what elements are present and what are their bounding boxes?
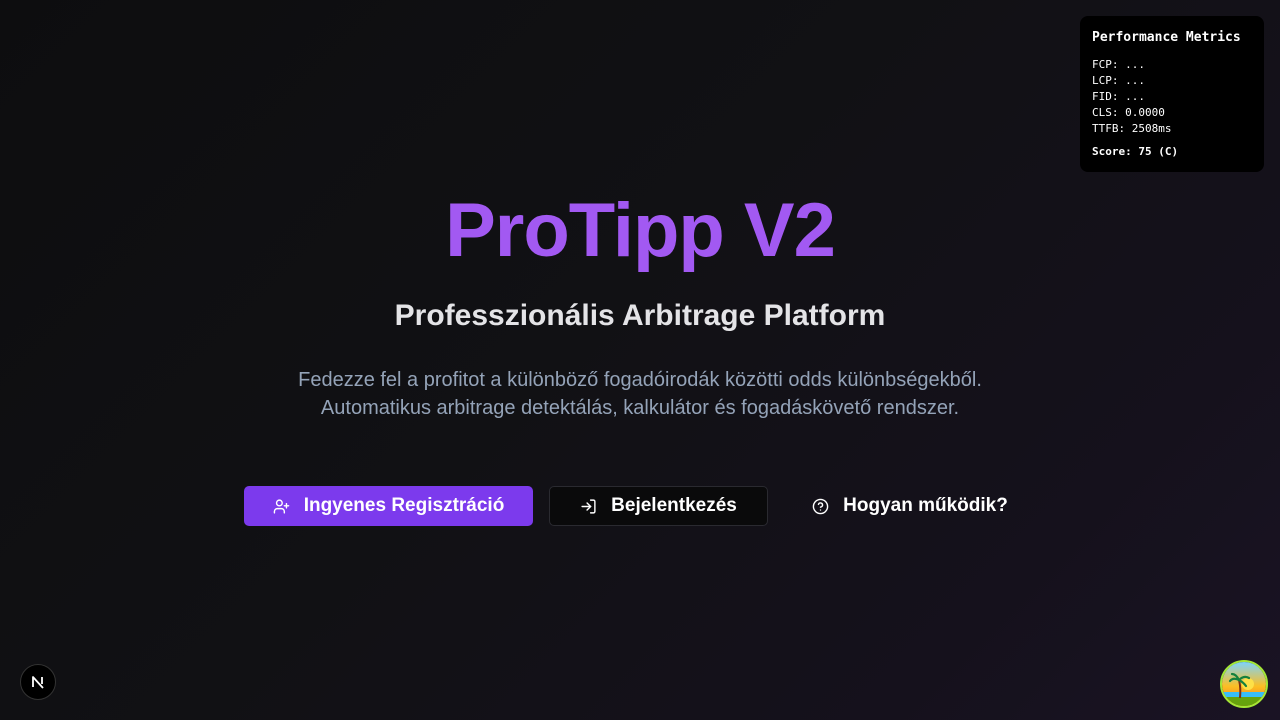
user-avatar[interactable]	[1220, 660, 1268, 708]
metric-cls: CLS: 0.0000	[1092, 106, 1165, 119]
user-plus-icon	[273, 498, 289, 514]
performance-metrics-panel: Performance Metrics FCP: ... LCP: ... FI…	[1080, 16, 1264, 172]
metric-fid: FID: ...	[1092, 90, 1145, 103]
log-in-icon	[581, 498, 596, 514]
hero-description-line-2: Automatikus arbitrage detektálás, kalkul…	[320, 397, 960, 419]
how-it-works-button-label: Hogyan működik?	[843, 495, 1008, 516]
page-title: ProTipp V2	[445, 188, 836, 273]
page-subtitle: Professzionális Arbitrage Platform	[394, 299, 886, 332]
metric-fcp: FCP: ...	[1092, 58, 1145, 71]
metric-ttfb: TTFB: 2508ms	[1092, 122, 1172, 135]
metric-lcp: LCP: ...	[1092, 74, 1145, 87]
performance-score: Score: 75 (C)	[1092, 145, 1179, 158]
hero-description: Fedezze fel a profitot a különböző fogad…	[0, 366, 1280, 422]
nextjs-logo-icon	[32, 676, 44, 689]
login-button-label: Bejelentkezés	[611, 495, 737, 516]
how-it-works-button[interactable]: Hogyan működik?	[800, 486, 1020, 526]
hero-description-line-1: Fedezze fel a profitot a különböző fogad…	[298, 369, 982, 391]
register-button-label: Ingyenes Regisztráció	[303, 495, 505, 516]
nextjs-devtools-button[interactable]	[20, 664, 56, 700]
performance-metrics-title: Performance Metrics	[1092, 30, 1241, 45]
login-button[interactable]: Bejelentkezés	[549, 486, 768, 526]
beach-avatar-icon	[1222, 662, 1266, 706]
register-button[interactable]: Ingyenes Regisztráció	[244, 486, 533, 526]
help-circle-icon	[812, 498, 829, 514]
